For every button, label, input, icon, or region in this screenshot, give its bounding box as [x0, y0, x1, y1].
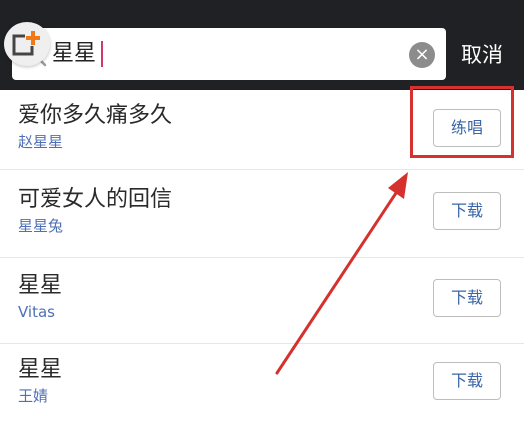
- practice-button[interactable]: 练唱: [433, 109, 501, 147]
- add-badge-icon: [12, 30, 41, 56]
- song-title: 爱你多久痛多久: [18, 103, 173, 128]
- song-row[interactable]: 可爱女人的回信 星星兔 下载: [0, 170, 524, 258]
- song-artist: Vitas: [18, 303, 55, 321]
- song-row[interactable]: 星星 王婧 下载: [0, 344, 524, 421]
- search-query-text: 星星: [52, 41, 97, 66]
- cancel-button[interactable]: 取消: [461, 40, 503, 70]
- download-button[interactable]: 下载: [433, 279, 501, 317]
- clear-icon[interactable]: ×: [409, 42, 435, 68]
- song-artist: 星星兔: [18, 217, 64, 235]
- song-artist: 赵星星: [18, 133, 64, 151]
- song-title: 可爱女人的回信: [18, 187, 173, 212]
- song-title: 星星: [18, 273, 63, 298]
- song-row[interactable]: 爱你多久痛多久 赵星星 练唱: [0, 90, 524, 170]
- download-button[interactable]: 下载: [433, 192, 501, 230]
- song-artist: 王婧: [18, 387, 49, 405]
- song-row[interactable]: 星星 Vitas 下载: [0, 258, 524, 344]
- text-caret: [101, 41, 103, 67]
- song-title: 星星: [18, 357, 63, 382]
- search-header: 星星 × 取消: [0, 0, 524, 90]
- add-badge-button[interactable]: [4, 22, 50, 66]
- search-input[interactable]: 星星 ×: [12, 28, 446, 80]
- download-button[interactable]: 下载: [433, 362, 501, 400]
